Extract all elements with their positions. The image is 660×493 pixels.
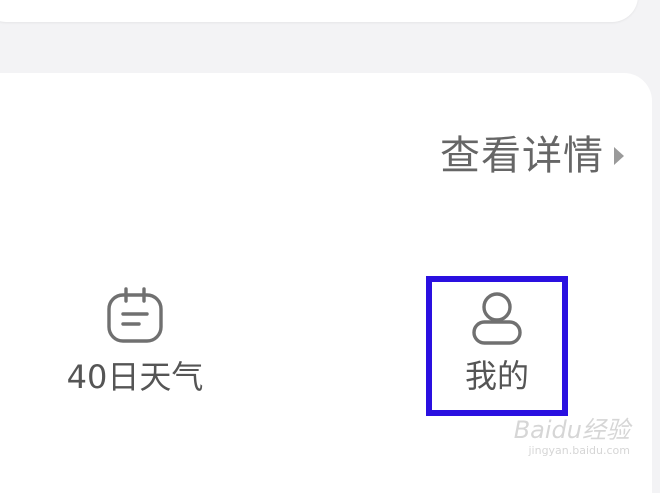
triangle-right-icon <box>614 147 624 165</box>
watermark-brand: Baidu经验 <box>513 416 630 444</box>
view-details-link[interactable]: 查看详情 <box>440 130 624 182</box>
nav-label-mine: 我的 <box>464 357 529 395</box>
nav-item-mine[interactable]: 我的 <box>426 276 568 416</box>
view-details-label: 查看详情 <box>440 133 604 179</box>
top-card <box>0 0 638 22</box>
nav-label-40-day-weather: 40日天气 <box>66 358 204 396</box>
watermark: Baidu经验 jingyan.baidu.com <box>514 416 630 458</box>
calendar-list-icon <box>106 287 164 345</box>
user-icon <box>469 290 525 346</box>
watermark-url: jingyan.baidu.com <box>528 444 630 457</box>
nav-item-40-day-weather[interactable]: 40日天气 <box>52 287 218 397</box>
